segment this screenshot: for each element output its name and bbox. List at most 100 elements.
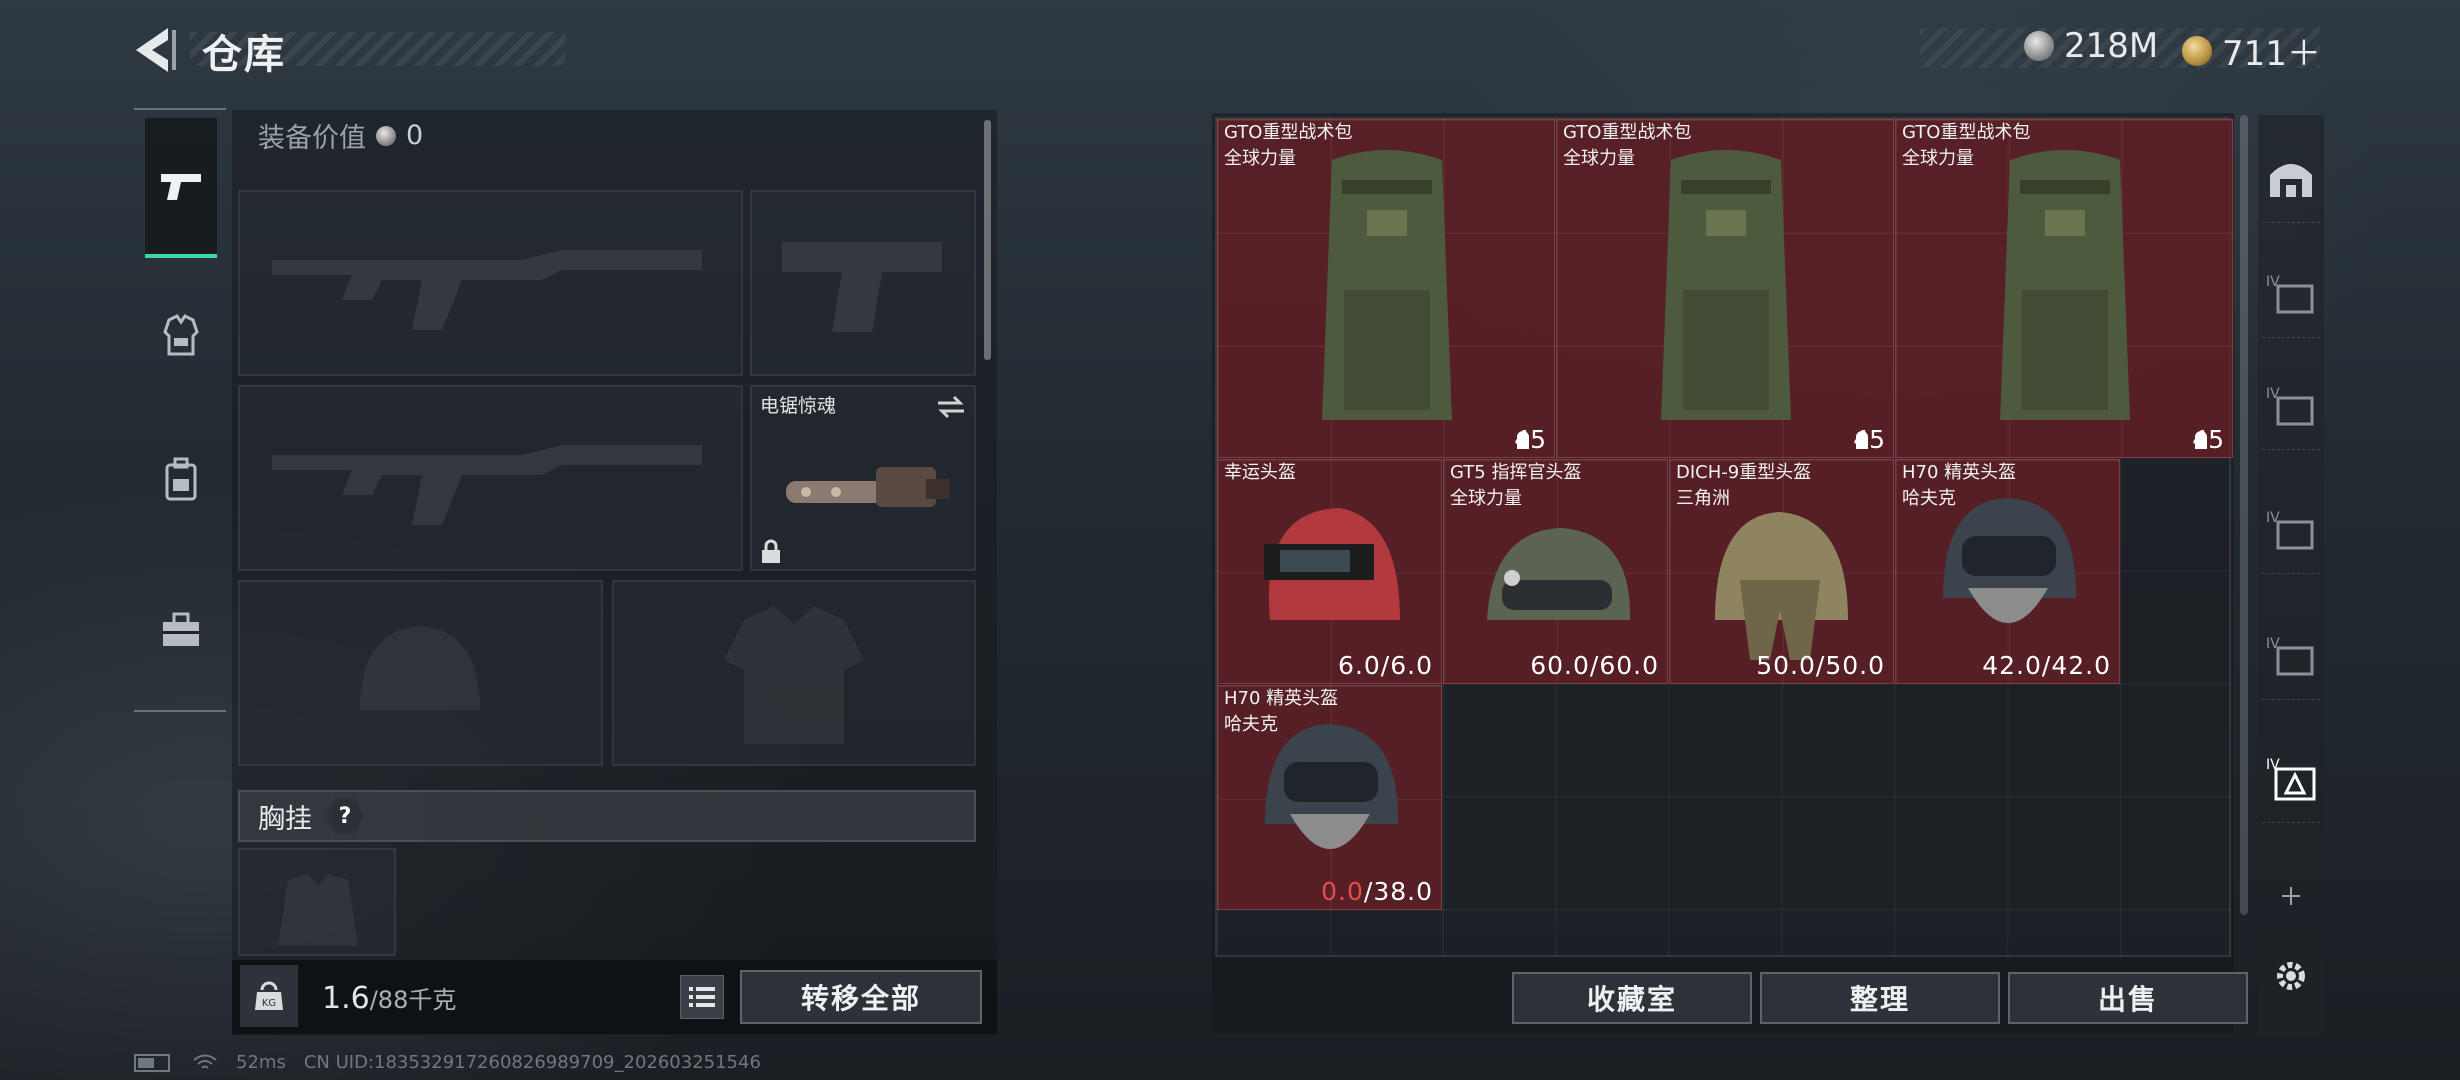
wifi-icon bbox=[193, 1054, 217, 1069]
item-name: H70 精英头盔 bbox=[1902, 462, 2017, 483]
chainsaw-icon bbox=[786, 467, 950, 507]
equipment-value-amount: 0 bbox=[406, 120, 424, 151]
add-tab-button[interactable] bbox=[2262, 852, 2320, 940]
stash-item-backpack[interactable]: GTO重型战术包 全球力量 45 bbox=[1556, 119, 1894, 458]
elite-helmet-icon bbox=[1265, 724, 1399, 849]
silver-amount: 218M bbox=[2064, 26, 2159, 66]
organize-button[interactable]: 整理 bbox=[1760, 972, 2000, 1024]
nav-divider-bottom bbox=[134, 710, 226, 712]
elite-helmet-icon bbox=[1943, 498, 2077, 623]
item-name: H70 精英头盔 bbox=[1224, 688, 1339, 709]
durability: 0.0/38.0 bbox=[1321, 877, 1433, 906]
item-name: DICH-9重型头盔 bbox=[1676, 462, 1812, 483]
pistol-slot[interactable] bbox=[750, 190, 976, 376]
armor-vest-icon bbox=[163, 314, 199, 356]
capacity: 45 bbox=[2192, 425, 2224, 454]
weight-max: /88千克 bbox=[369, 986, 457, 1014]
equipment-scrollbar[interactable] bbox=[984, 120, 991, 360]
capacity-bag-icon bbox=[1856, 430, 1869, 449]
help-button[interactable]: ? bbox=[326, 798, 364, 834]
iv-container-icon: IV bbox=[2266, 510, 2314, 549]
silver-currency[interactable]: 218M bbox=[2024, 26, 2158, 66]
silver-coin-icon bbox=[2024, 31, 2054, 61]
stash-tab-iv-5-active[interactable]: IV bbox=[2262, 735, 2320, 823]
gold-currency[interactable]: 711＋ bbox=[2182, 26, 2321, 75]
sell-button[interactable]: 出售 bbox=[2008, 972, 2248, 1024]
stash-tab-iv-4[interactable]: IV bbox=[2262, 612, 2320, 700]
durability-max: /38.0 bbox=[1363, 877, 1433, 906]
iv-container-icon: IV bbox=[2266, 757, 2316, 800]
warehouse-icon bbox=[2270, 163, 2312, 197]
melee-slot[interactable]: 电锯惊魂 bbox=[750, 385, 976, 571]
chest-rig-header: 胸挂 ? bbox=[238, 790, 976, 842]
durability: 50.0/50.0 bbox=[1756, 651, 1885, 680]
stash-item-helmet[interactable]: GT5 指挥官头盔 全球力量 60.0/60.0 bbox=[1443, 459, 1668, 684]
pistol-icon bbox=[161, 174, 201, 200]
stash-item-helmet[interactable]: DICH-9重型头盔 三角洲 50.0/50.0 bbox=[1669, 459, 1894, 684]
gold-amount: 711＋ bbox=[2222, 34, 2321, 74]
backpack-icon bbox=[1322, 150, 1452, 420]
weight-current: 1.6 bbox=[322, 981, 370, 1016]
ping: 52ms bbox=[236, 1052, 286, 1073]
user-uid: CN UID:1835329172608269897​09_2026032515… bbox=[303, 1052, 761, 1073]
stash-tab-iv-3[interactable]: IV bbox=[2262, 486, 2320, 574]
stash-scrollbar[interactable] bbox=[2240, 115, 2248, 915]
stash-item-helmet[interactable]: H70 精英头盔 哈夫克 0.0/38.0 bbox=[1217, 685, 1442, 910]
back-button[interactable] bbox=[130, 22, 180, 78]
secondary-weapon-slot[interactable] bbox=[238, 385, 743, 571]
rifle-silhouette-icon bbox=[272, 445, 702, 525]
rig-silhouette-icon bbox=[278, 874, 358, 946]
capacity: 45 bbox=[1853, 425, 1885, 454]
settings-button[interactable] bbox=[2262, 932, 2320, 1020]
nav-divider-top bbox=[134, 108, 226, 110]
iv-container-icon: IV bbox=[2266, 274, 2314, 313]
svg-text:KG: KG bbox=[262, 998, 276, 1009]
durability: 60.0/60.0 bbox=[1530, 651, 1659, 680]
nav-armor[interactable] bbox=[145, 300, 217, 372]
collection-room-button[interactable]: 收藏室 bbox=[1512, 972, 1752, 1024]
pistol-silhouette-icon bbox=[782, 242, 942, 332]
item-name: GT5 指挥官头盔 bbox=[1450, 462, 1582, 483]
equipment-value-label: 装备价值 bbox=[258, 123, 366, 154]
armor-silhouette-icon bbox=[724, 606, 864, 744]
swap-icon bbox=[938, 395, 964, 419]
primary-weapon-slot[interactable] bbox=[238, 190, 743, 376]
item-subtitle: 全球力量 bbox=[1563, 148, 1635, 169]
iv-container-icon: IV bbox=[2266, 386, 2314, 425]
capacity: 45 bbox=[1514, 425, 1546, 454]
nav-backpack[interactable] bbox=[145, 444, 217, 516]
status-bar: 52ms CN UID:1835329172608269897​09_20260… bbox=[134, 1052, 761, 1073]
stash-tab-iv-1[interactable]: IV bbox=[2262, 250, 2320, 338]
stash-item-backpack[interactable]: GTO重型战术包 全球力量 45 bbox=[1217, 119, 1555, 458]
chest-rig-slot[interactable] bbox=[238, 848, 396, 956]
weight-icon: KG bbox=[240, 965, 298, 1027]
stash-item-backpack[interactable]: GTO重型战术包 全球力量 45 bbox=[1895, 119, 2233, 458]
helmet-silhouette-icon bbox=[360, 626, 480, 710]
nav-weapons[interactable] bbox=[145, 118, 217, 258]
body-armor-slot[interactable] bbox=[612, 580, 976, 766]
list-icon bbox=[689, 987, 715, 1007]
capacity-bag-icon bbox=[2195, 430, 2208, 449]
durability-current: 0.0 bbox=[1321, 877, 1364, 906]
durability: 42.0/42.0 bbox=[1982, 651, 2111, 680]
stash-tab-home[interactable] bbox=[2262, 135, 2320, 223]
durability: 6.0/6.0 bbox=[1338, 651, 1433, 680]
list-view-button[interactable] bbox=[680, 975, 724, 1019]
equipment-value: 装备价值 0 bbox=[258, 116, 423, 155]
back-arrow-icon bbox=[136, 28, 176, 72]
item-name: 幸运头盔 bbox=[1224, 462, 1296, 483]
nav-items[interactable] bbox=[145, 594, 217, 666]
stash-item-helmet[interactable]: H70 精英头盔 哈夫克 42.0/42.0 bbox=[1895, 459, 2120, 684]
kettlebell-icon: KG bbox=[255, 981, 283, 1010]
helmet-slot[interactable] bbox=[238, 580, 603, 766]
stash-item-helmet[interactable]: 幸运头盔 6.0/6.0 bbox=[1217, 459, 1442, 684]
chainsaw-label: 电锯惊魂 bbox=[760, 395, 837, 417]
item-subtitle: 全球力量 bbox=[1224, 148, 1296, 169]
capacity-bag-icon bbox=[1517, 430, 1530, 449]
transfer-all-button[interactable]: 转移全部 bbox=[740, 970, 982, 1024]
item-subtitle: 全球力量 bbox=[1902, 148, 1974, 169]
svg-text:IV: IV bbox=[2266, 757, 2280, 773]
backpack-icon bbox=[1661, 150, 1791, 420]
stash-tab-iv-2[interactable]: IV bbox=[2262, 362, 2320, 450]
weight-readout: 1.6/88千克 bbox=[322, 980, 456, 1016]
